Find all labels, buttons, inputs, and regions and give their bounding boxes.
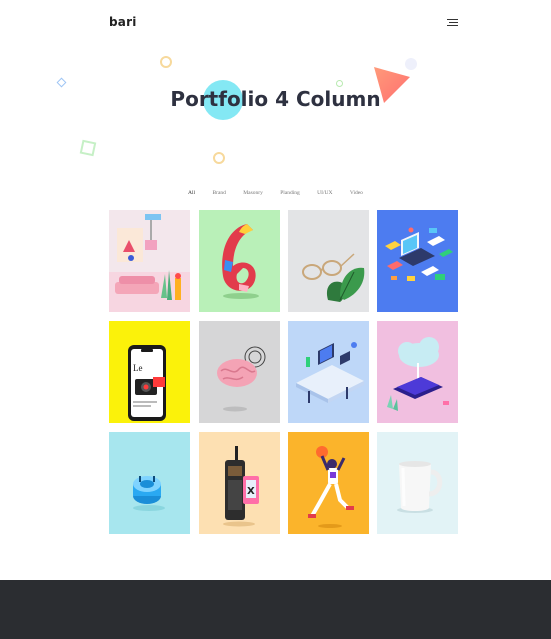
isometric-devices-icon <box>385 227 453 281</box>
filter-video[interactable]: Video <box>350 190 363 196</box>
portfolio-item-isometric-devices[interactable] <box>377 210 458 312</box>
portfolio-item-cloud-phone[interactable] <box>377 321 458 423</box>
portfolio-item-mug[interactable] <box>377 432 458 534</box>
cloud-phone-icon <box>387 337 449 411</box>
portfolio-item-brain[interactable] <box>199 321 280 423</box>
diamond-decoration-icon <box>56 77 67 88</box>
svg-text:X: X <box>247 486 255 497</box>
portfolio-filter-bar: All Brand Masonry Planding UI/UX Video <box>0 190 551 196</box>
retro-phone-icon: X <box>223 446 259 527</box>
filter-brand[interactable]: Brand <box>212 190 225 196</box>
portfolio-item-interior[interactable] <box>109 210 190 312</box>
square-decoration-icon <box>79 139 97 157</box>
pink-brain-icon <box>217 346 266 412</box>
small-ring-decoration-icon <box>336 80 343 87</box>
filter-ui-ux[interactable]: UI/UX <box>317 190 332 196</box>
portfolio-item-number-six[interactable] <box>199 210 280 312</box>
interior-illustration-icon <box>109 214 190 312</box>
bottom-ring-decoration-icon <box>213 152 225 164</box>
smartphone-camera-icon: Le <box>128 345 166 421</box>
isometric-workspace-icon <box>296 342 364 403</box>
ring-decoration-icon <box>160 56 172 68</box>
filter-masonry[interactable]: Masonry <box>243 190 263 196</box>
filter-planding[interactable]: Planding <box>280 190 300 196</box>
portfolio-item-gadget[interactable] <box>109 432 190 534</box>
portfolio-item-workspace[interactable] <box>288 321 369 423</box>
portfolio-item-eyeglasses[interactable] <box>288 210 369 312</box>
basketball-player-icon <box>308 446 354 528</box>
portfolio-item-retro-phone[interactable]: X <box>199 432 280 534</box>
site-logo[interactable]: bari <box>109 15 137 29</box>
page-hero: Portfolio 4 Column <box>0 40 551 180</box>
blue-gadget-icon <box>133 476 165 511</box>
portfolio-item-smartphone[interactable]: Le <box>109 321 190 423</box>
white-mug-icon <box>397 461 443 513</box>
page-title: Portfolio 4 Column <box>170 87 381 111</box>
svg-text:Le: Le <box>133 363 143 373</box>
portfolio-item-basketball[interactable] <box>288 432 369 534</box>
site-footer <box>0 580 551 639</box>
eyeglasses-leaf-icon <box>302 253 365 302</box>
hamburger-menu-icon[interactable] <box>447 19 459 29</box>
filter-all[interactable]: All <box>188 190 195 196</box>
number-six-3d-icon <box>222 224 259 299</box>
